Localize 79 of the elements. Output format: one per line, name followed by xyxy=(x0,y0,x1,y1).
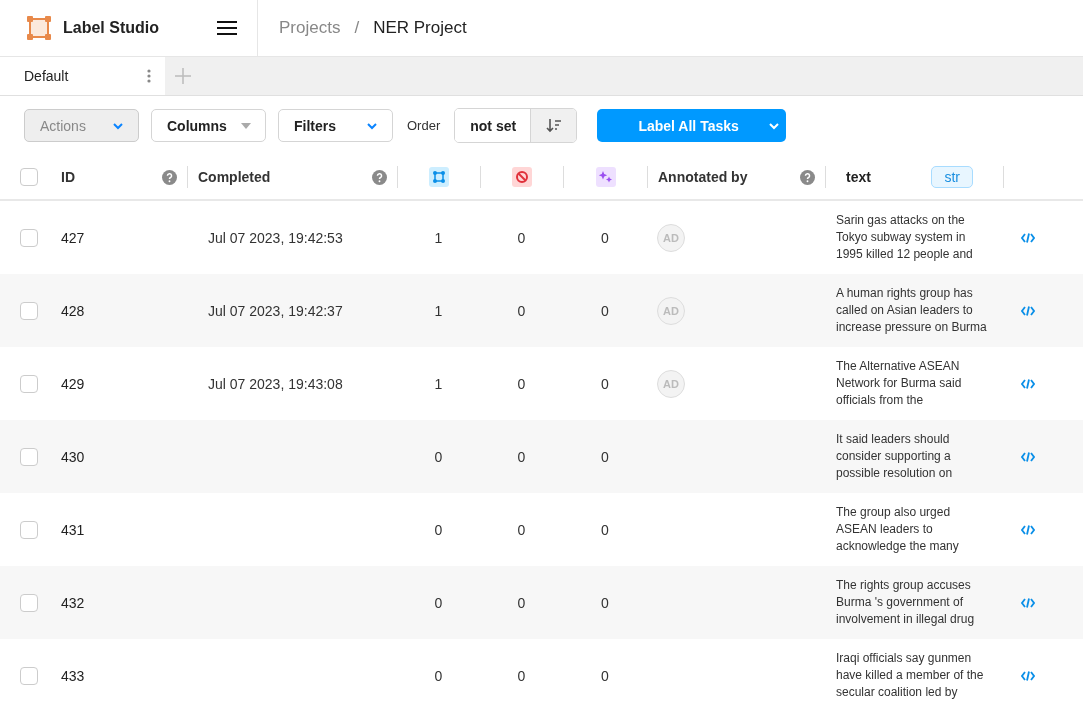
table-cell: 429 xyxy=(61,375,85,392)
columns-button[interactable]: Columns xyxy=(151,109,266,142)
table-cell: 432 xyxy=(61,594,85,611)
chevron-down-icon xyxy=(112,121,124,130)
table-cell: 1 xyxy=(434,375,443,392)
table-cell: Jul 07 2023, 19:43:08 xyxy=(208,375,343,392)
table-cell: 0 xyxy=(601,594,609,611)
code-icon[interactable] xyxy=(1021,305,1035,316)
table-cell: 0 xyxy=(517,448,526,465)
column-header[interactable]: Completed xyxy=(198,169,271,185)
table-cell: 0 xyxy=(517,594,526,611)
table-cell: 1 xyxy=(434,302,443,319)
table-cell: 433 xyxy=(61,667,85,684)
text-cell-text: It said leaders should consider supporting a possible resolution on xyxy=(835,431,954,482)
type-tag: str xyxy=(931,166,973,188)
text-cell-text: The rights group accuses Burma 's government of involvement in illegal drug xyxy=(835,577,976,628)
breadcrumb-item[interactable]: Projects xyxy=(279,18,341,38)
table-cell: 0 xyxy=(434,521,443,538)
prohibited-icon xyxy=(512,167,532,187)
breadcrumb-item[interactable]: / xyxy=(354,18,360,38)
column-header[interactable]: Annotated by xyxy=(658,169,748,185)
text-cell-text: Sarin gas attacks on the Tokyo subway system in 1995 killed 12 people and xyxy=(835,212,974,263)
table-cell: 430 xyxy=(61,448,85,465)
more-icon[interactable] xyxy=(147,69,151,83)
table-cell: 0 xyxy=(434,667,443,684)
code-icon[interactable] xyxy=(1021,232,1035,243)
checkbox[interactable] xyxy=(20,520,38,539)
checkbox[interactable] xyxy=(20,374,38,393)
table-cell: 0 xyxy=(434,594,443,611)
checkbox[interactable] xyxy=(20,301,38,320)
avatar: AD xyxy=(657,223,685,252)
logo-icon xyxy=(27,16,51,40)
checkbox[interactable] xyxy=(20,447,38,466)
avatar: AD xyxy=(657,369,685,398)
code-icon[interactable] xyxy=(1021,451,1035,462)
table-cell: 0 xyxy=(601,302,609,319)
table-cell: 428 xyxy=(61,302,85,319)
caret-icon xyxy=(241,122,251,129)
table-cell: 1 xyxy=(434,229,443,246)
code-icon[interactable] xyxy=(1021,670,1035,681)
table-cell: 0 xyxy=(517,667,526,684)
checkbox[interactable] xyxy=(20,228,38,247)
breadcrumb-item: NER Project xyxy=(373,18,467,38)
code-icon[interactable] xyxy=(1021,524,1035,535)
column-header[interactable]: text xyxy=(846,169,871,185)
table-cell: 0 xyxy=(517,521,526,538)
table-cell: 427 xyxy=(61,229,85,246)
avatar: AD xyxy=(657,296,685,325)
table-cell: 0 xyxy=(517,375,526,392)
checkbox[interactable] xyxy=(20,168,38,186)
filters-button[interactable]: Filters xyxy=(278,109,393,142)
table-cell: 0 xyxy=(601,229,609,246)
table-cell: Jul 07 2023, 19:42:53 xyxy=(208,229,343,246)
column-header[interactable]: ID xyxy=(61,169,75,185)
checkbox[interactable] xyxy=(20,666,38,685)
table-cell: 0 xyxy=(517,302,526,319)
table-cell: 431 xyxy=(61,521,85,538)
chevron-down-icon xyxy=(768,121,781,130)
menu-icon[interactable] xyxy=(217,20,237,36)
table-cell: 0 xyxy=(601,667,609,684)
table-cell: 0 xyxy=(434,448,443,465)
text-cell-text: A human rights group has called on Asian leaders to increase pressure on Burma xyxy=(835,285,988,336)
code-icon[interactable] xyxy=(1021,597,1035,608)
code-icon[interactable] xyxy=(1021,378,1035,389)
table-cell: 0 xyxy=(601,521,609,538)
bounding-box-icon xyxy=(429,167,449,187)
text-cell-text: The Alternative ASEAN Network for Burma said officials from the xyxy=(835,358,963,409)
order-label: Order xyxy=(407,118,441,133)
view-tab[interactable]: Default xyxy=(0,57,165,95)
text-cell-text: Iraqi officials say gunmen have killed a member of the secular coalition led by xyxy=(835,650,985,701)
text-cell-text: The group also urged ASEAN leaders to acknowledge the many xyxy=(835,504,960,555)
table-cell: 0 xyxy=(601,375,609,392)
table-cell: 0 xyxy=(601,448,609,465)
sparkles-icon xyxy=(595,167,616,187)
app-name: Label Studio xyxy=(63,19,159,37)
checkbox[interactable] xyxy=(20,593,38,612)
chevron-down-icon xyxy=(366,121,378,130)
table-cell: Jul 07 2023, 19:42:37 xyxy=(208,302,343,319)
table-cell: 0 xyxy=(517,229,526,246)
